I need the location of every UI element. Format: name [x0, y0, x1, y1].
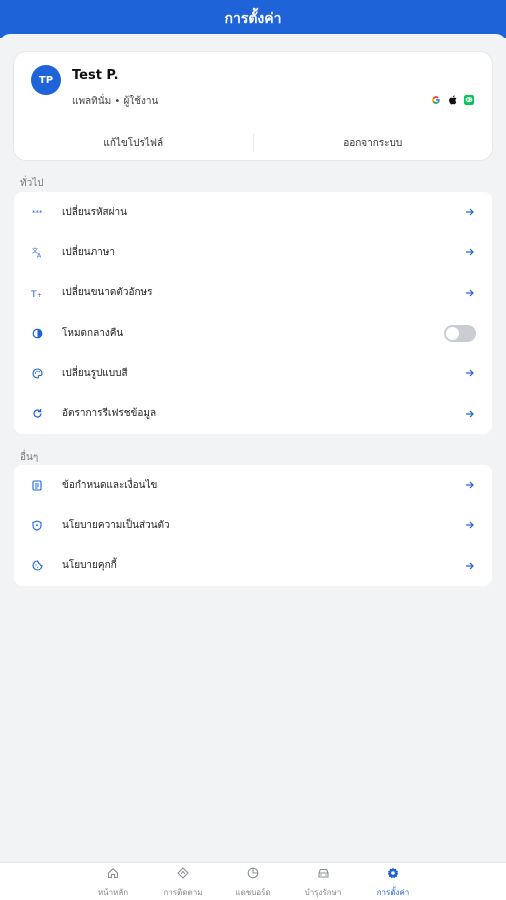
- menu-item-terms[interactable]: ข้อกำหนดและเงื่อนไข: [14, 465, 492, 505]
- arrow-right-icon: [464, 479, 476, 491]
- nav-label: หน้าหลัก: [97, 888, 129, 897]
- svg-text:A: A: [37, 252, 42, 258]
- menu-item-refresh-rate[interactable]: อัตราการรีเฟรชข้อมูล: [14, 393, 492, 433]
- nav-item-maintenance[interactable]: บำรุงรักษา: [288, 863, 358, 900]
- nav-label: การติดตาม: [163, 888, 203, 897]
- menu-item-cookie[interactable]: นโยบายคุกกี้: [14, 546, 492, 586]
- password-icon: ***: [31, 206, 43, 218]
- bottom-nav: หน้าหลัก การติดตาม แดชบอร์ด บำรุงรักษา ก…: [0, 862, 506, 900]
- nav-item-dashboard[interactable]: แดชบอร์ด: [218, 863, 288, 900]
- menu-item-color-scheme[interactable]: เปลี่ยนรูปแบบสี: [14, 353, 492, 393]
- other-menu: ข้อกำหนดและเงื่อนไข นโยบายความเป็นส่วนตั…: [14, 465, 492, 586]
- cookie-icon: [31, 560, 43, 572]
- dark-mode-icon: [31, 327, 43, 339]
- app-header: การตั้งค่า: [0, 0, 506, 38]
- arrow-right-icon: [464, 287, 476, 299]
- edit-profile-button[interactable]: แก้ไขโปรไฟล์: [14, 130, 253, 156]
- nav-label: การตั้งค่า: [376, 888, 410, 897]
- page-title: การตั้งค่า: [224, 11, 282, 27]
- section-label-other: อื่นๆ: [20, 452, 39, 463]
- dashboard-icon: [247, 864, 259, 883]
- arrow-right-icon: [464, 560, 476, 572]
- arrow-right-icon: [464, 408, 476, 420]
- general-menu: *** เปลี่ยนรหัสผ่าน 文A เปลี่ยนภาษา T + เป…: [14, 192, 492, 434]
- google-icon: [431, 95, 441, 105]
- svg-text:+: +: [37, 292, 42, 298]
- font-size-icon: T +: [31, 287, 43, 299]
- nav-item-tracking[interactable]: การติดตาม: [148, 863, 218, 900]
- menu-item-change-password[interactable]: *** เปลี่ยนรหัสผ่าน: [14, 192, 492, 232]
- arrow-right-icon: [464, 367, 476, 379]
- profile-actions: แก้ไขโปรไฟล์ ออกจากระบบ: [14, 130, 492, 156]
- profile-card: TP Test P. แพลทินั่ม • ผู้ใช้งาน แก้ไขโป…: [14, 52, 492, 160]
- menu-label: เปลี่ยนรหัสผ่าน: [62, 206, 127, 218]
- language-icon: 文A: [31, 246, 43, 258]
- palette-icon: [31, 367, 43, 379]
- avatar[interactable]: TP: [31, 65, 61, 95]
- toggle-knob: [446, 326, 459, 340]
- nav-item-settings[interactable]: การตั้งค่า: [358, 863, 428, 900]
- menu-label: โหมดกลางคืน: [62, 327, 124, 339]
- menu-item-privacy[interactable]: นโยบายความเป็นส่วนตัว: [14, 505, 492, 545]
- logout-button[interactable]: ออกจากระบบ: [254, 130, 493, 156]
- refresh-icon: [31, 408, 43, 420]
- nav-label: บำรุงรักษา: [304, 888, 342, 897]
- line-icon: [464, 95, 474, 105]
- tracking-icon: [177, 864, 189, 883]
- svg-text:***: ***: [32, 209, 43, 216]
- profile-subtitle: แพลทินั่ม • ผู้ใช้งาน: [72, 96, 159, 107]
- menu-label: ข้อกำหนดและเงื่อนไข: [62, 479, 158, 491]
- menu-label: เปลี่ยนขนาดตัวอักษร: [62, 287, 153, 299]
- menu-item-dark-mode: โหมดกลางคืน: [14, 313, 492, 353]
- menu-item-font-size[interactable]: T + เปลี่ยนขนาดตัวอักษร: [14, 273, 492, 313]
- menu-label: เปลี่ยนภาษา: [62, 246, 116, 258]
- arrow-right-icon: [464, 519, 476, 531]
- nav-label: แดชบอร์ด: [235, 888, 271, 897]
- linked-providers: [431, 95, 474, 105]
- menu-label: นโยบายความเป็นส่วนตัว: [62, 519, 170, 531]
- home-icon: [107, 864, 119, 883]
- car-icon: [317, 864, 330, 883]
- settings-icon: [387, 864, 399, 883]
- nav-item-home[interactable]: หน้าหลัก: [78, 863, 148, 900]
- menu-label: เปลี่ยนรูปแบบสี: [62, 367, 128, 379]
- arrow-right-icon: [464, 246, 476, 258]
- terms-icon: [31, 479, 43, 491]
- menu-item-change-language[interactable]: 文A เปลี่ยนภาษา: [14, 232, 492, 272]
- arrow-right-icon: [464, 206, 476, 218]
- section-label-general: ทั่วไป: [20, 178, 44, 189]
- profile-name: Test P.: [72, 68, 119, 83]
- dark-mode-toggle[interactable]: [444, 324, 476, 342]
- menu-label: อัตราการรีเฟรชข้อมูล: [62, 408, 157, 420]
- privacy-icon: [31, 519, 43, 531]
- apple-icon: [448, 95, 457, 105]
- menu-label: นโยบายคุกกี้: [62, 560, 117, 572]
